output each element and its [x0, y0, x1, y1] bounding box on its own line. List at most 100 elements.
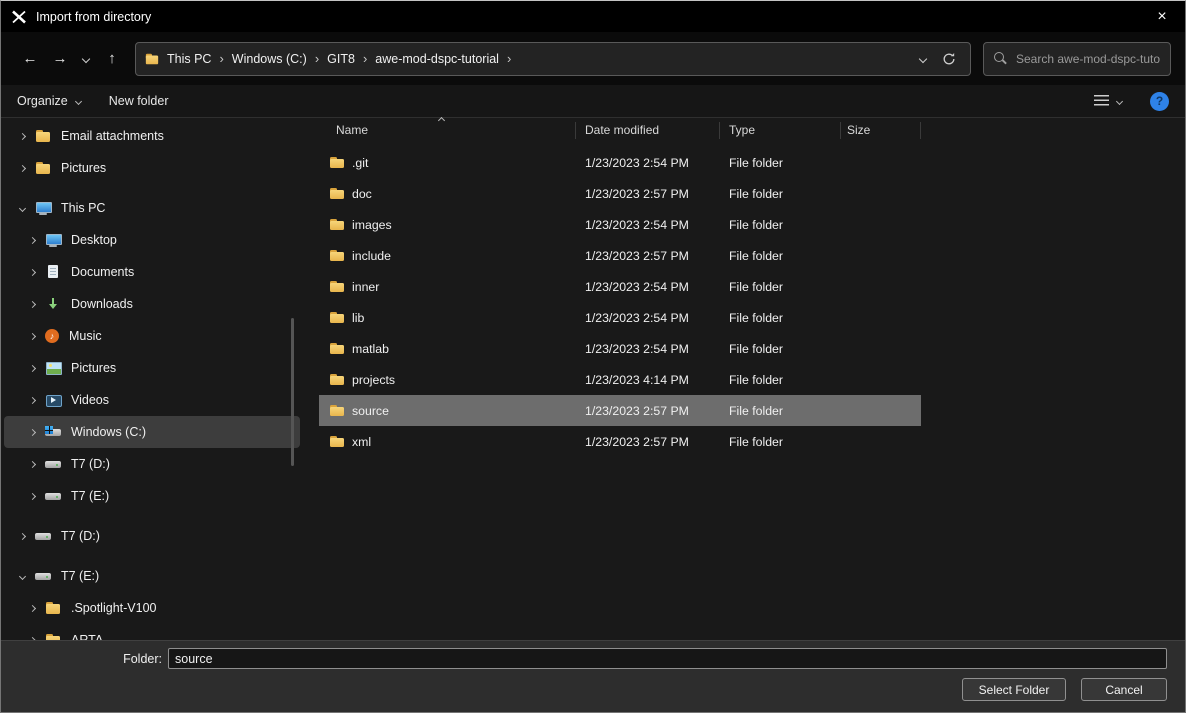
- sidebar-item-t7-e[interactable]: T7 (E:): [4, 480, 300, 512]
- file-row[interactable]: lib 1/23/2023 2:54 PM File folder: [319, 302, 921, 333]
- forward-button[interactable]: →: [45, 44, 75, 74]
- file-type: File folder: [720, 311, 841, 325]
- breadcrumb-item-git8[interactable]: GIT8: [320, 52, 362, 66]
- folder-icon: [145, 51, 159, 65]
- chevron-right-icon[interactable]: [19, 532, 26, 539]
- file-date: 1/23/2023 2:54 PM: [576, 342, 720, 356]
- close-button[interactable]: ×: [1139, 1, 1185, 32]
- organize-button[interactable]: Organize: [17, 94, 81, 108]
- breadcrumb-separator: ›: [506, 51, 512, 66]
- folder-input[interactable]: [168, 648, 1167, 669]
- file-date: 1/23/2023 2:57 PM: [576, 187, 720, 201]
- breadcrumb-item-awe-mod-dspc-tutorial[interactable]: awe-mod-dspc-tutorial: [368, 52, 506, 66]
- file-row[interactable]: inner 1/23/2023 2:54 PM File folder: [319, 271, 921, 302]
- sidebar-item-t7-d-root[interactable]: T7 (D:): [4, 520, 300, 552]
- file-name: projects: [352, 373, 395, 387]
- chevron-right-icon[interactable]: [29, 396, 36, 403]
- sidebar-item-arta[interactable]: ARTA: [4, 624, 300, 640]
- search-box: [983, 42, 1171, 76]
- folder-icon: [329, 155, 345, 171]
- sidebar-item-t7-d[interactable]: T7 (D:): [4, 448, 300, 480]
- up-button[interactable]: ↑: [97, 44, 127, 74]
- chevron-down-icon[interactable]: [19, 204, 26, 211]
- chevron-right-icon[interactable]: [29, 492, 36, 499]
- chevron-right-icon[interactable]: [29, 300, 36, 307]
- file-type: File folder: [720, 280, 841, 294]
- file-name: lib: [352, 311, 364, 325]
- chevron-right-icon[interactable]: [29, 364, 36, 371]
- column-headers: Name Date modified Type Size: [319, 118, 1185, 142]
- back-button[interactable]: ←: [15, 44, 45, 74]
- cancel-button[interactable]: Cancel: [1081, 678, 1167, 701]
- chevron-right-icon[interactable]: [29, 604, 36, 611]
- sidebar-item-email-attachments[interactable]: Email attachments: [4, 120, 300, 152]
- window-title: Import from directory: [36, 10, 151, 24]
- recent-locations-chevron[interactable]: [75, 44, 97, 74]
- sidebar-item-downloads[interactable]: Downloads: [4, 288, 300, 320]
- folder-icon: [329, 403, 345, 419]
- folder-icon: [329, 372, 345, 388]
- select-folder-button[interactable]: Select Folder: [962, 678, 1066, 701]
- file-row[interactable]: images 1/23/2023 2:54 PM File folder: [319, 209, 921, 240]
- column-header-type[interactable]: Type: [720, 122, 841, 139]
- chevron-right-icon[interactable]: [29, 428, 36, 435]
- file-name: doc: [352, 187, 372, 201]
- sidebar-item-t7-e-root[interactable]: T7 (E:): [4, 560, 300, 592]
- search-input[interactable]: [1016, 52, 1160, 66]
- file-row[interactable]: projects 1/23/2023 4:14 PM File folder: [319, 364, 921, 395]
- chevron-down-icon: [75, 97, 82, 104]
- chevron-right-icon[interactable]: [29, 636, 36, 640]
- command-toolbar: Organize New folder ?: [1, 85, 1185, 118]
- chevron-down-icon[interactable]: [19, 572, 26, 579]
- folder-icon: [329, 279, 345, 295]
- sidebar-item-label: Downloads: [71, 297, 133, 311]
- folder-icon: [329, 434, 345, 450]
- sidebar-item-label: Documents: [71, 265, 134, 279]
- chevron-down-icon: [1116, 97, 1123, 104]
- sidebar-item-label: This PC: [61, 201, 105, 215]
- file-type: File folder: [720, 187, 841, 201]
- chevron-right-icon[interactable]: [29, 332, 36, 339]
- sidebar-item-windows-c[interactable]: Windows (C:): [4, 416, 300, 448]
- help-button[interactable]: ?: [1150, 92, 1169, 111]
- sidebar-item-music[interactable]: Music: [4, 320, 300, 352]
- file-date: 1/23/2023 4:14 PM: [576, 373, 720, 387]
- sidebar-item-this-pc[interactable]: This PC: [4, 192, 300, 224]
- file-list: Name Date modified Type Size .git 1/23/2…: [303, 118, 1185, 640]
- sidebar-item-spotlight-v100[interactable]: .Spotlight-V100: [4, 592, 300, 624]
- sidebar-item-desktop[interactable]: Desktop: [4, 224, 300, 256]
- chevron-right-icon[interactable]: [29, 460, 36, 467]
- file-row-selected[interactable]: source 1/23/2023 2:57 PM File folder: [319, 395, 921, 426]
- chevron-right-icon[interactable]: [29, 236, 36, 243]
- sidebar-item-pictures[interactable]: Pictures: [4, 152, 300, 184]
- file-row[interactable]: xml 1/23/2023 2:57 PM File folder: [319, 426, 921, 457]
- sidebar-item-documents[interactable]: Documents: [4, 256, 300, 288]
- column-header-size[interactable]: Size: [841, 122, 921, 139]
- file-row[interactable]: include 1/23/2023 2:57 PM File folder: [319, 240, 921, 271]
- sidebar-item-pictures[interactable]: Pictures: [4, 352, 300, 384]
- chevron-right-icon[interactable]: [19, 132, 26, 139]
- chevron-right-icon[interactable]: [29, 268, 36, 275]
- file-name: matlab: [352, 342, 389, 356]
- view-button[interactable]: [1094, 95, 1122, 107]
- column-header-date-modified[interactable]: Date modified: [576, 122, 720, 139]
- file-row[interactable]: doc 1/23/2023 2:57 PM File folder: [319, 178, 921, 209]
- address-bar[interactable]: This PC › Windows (C:) › GIT8 › awe-mod-…: [135, 42, 971, 76]
- sidebar-scrollbar-thumb[interactable]: [291, 318, 294, 466]
- sidebar-item-videos[interactable]: Videos: [4, 384, 300, 416]
- refresh-icon: [942, 52, 956, 66]
- new-folder-button[interactable]: New folder: [109, 94, 169, 108]
- file-date: 1/23/2023 2:57 PM: [576, 435, 720, 449]
- breadcrumb-item-windows-c[interactable]: Windows (C:): [225, 52, 314, 66]
- address-dropdown-chevron[interactable]: [910, 44, 936, 74]
- folder-label: Folder:: [1, 652, 168, 666]
- breadcrumb-item-this-pc[interactable]: This PC: [160, 52, 218, 66]
- folder-icon: [329, 341, 345, 357]
- drive-icon: [35, 528, 51, 544]
- refresh-button[interactable]: [936, 44, 962, 74]
- search-icon: [994, 52, 1007, 65]
- file-row[interactable]: .git 1/23/2023 2:54 PM File folder: [319, 147, 921, 178]
- chevron-right-icon[interactable]: [19, 164, 26, 171]
- file-row[interactable]: matlab 1/23/2023 2:54 PM File folder: [319, 333, 921, 364]
- column-header-name[interactable]: Name: [319, 122, 576, 139]
